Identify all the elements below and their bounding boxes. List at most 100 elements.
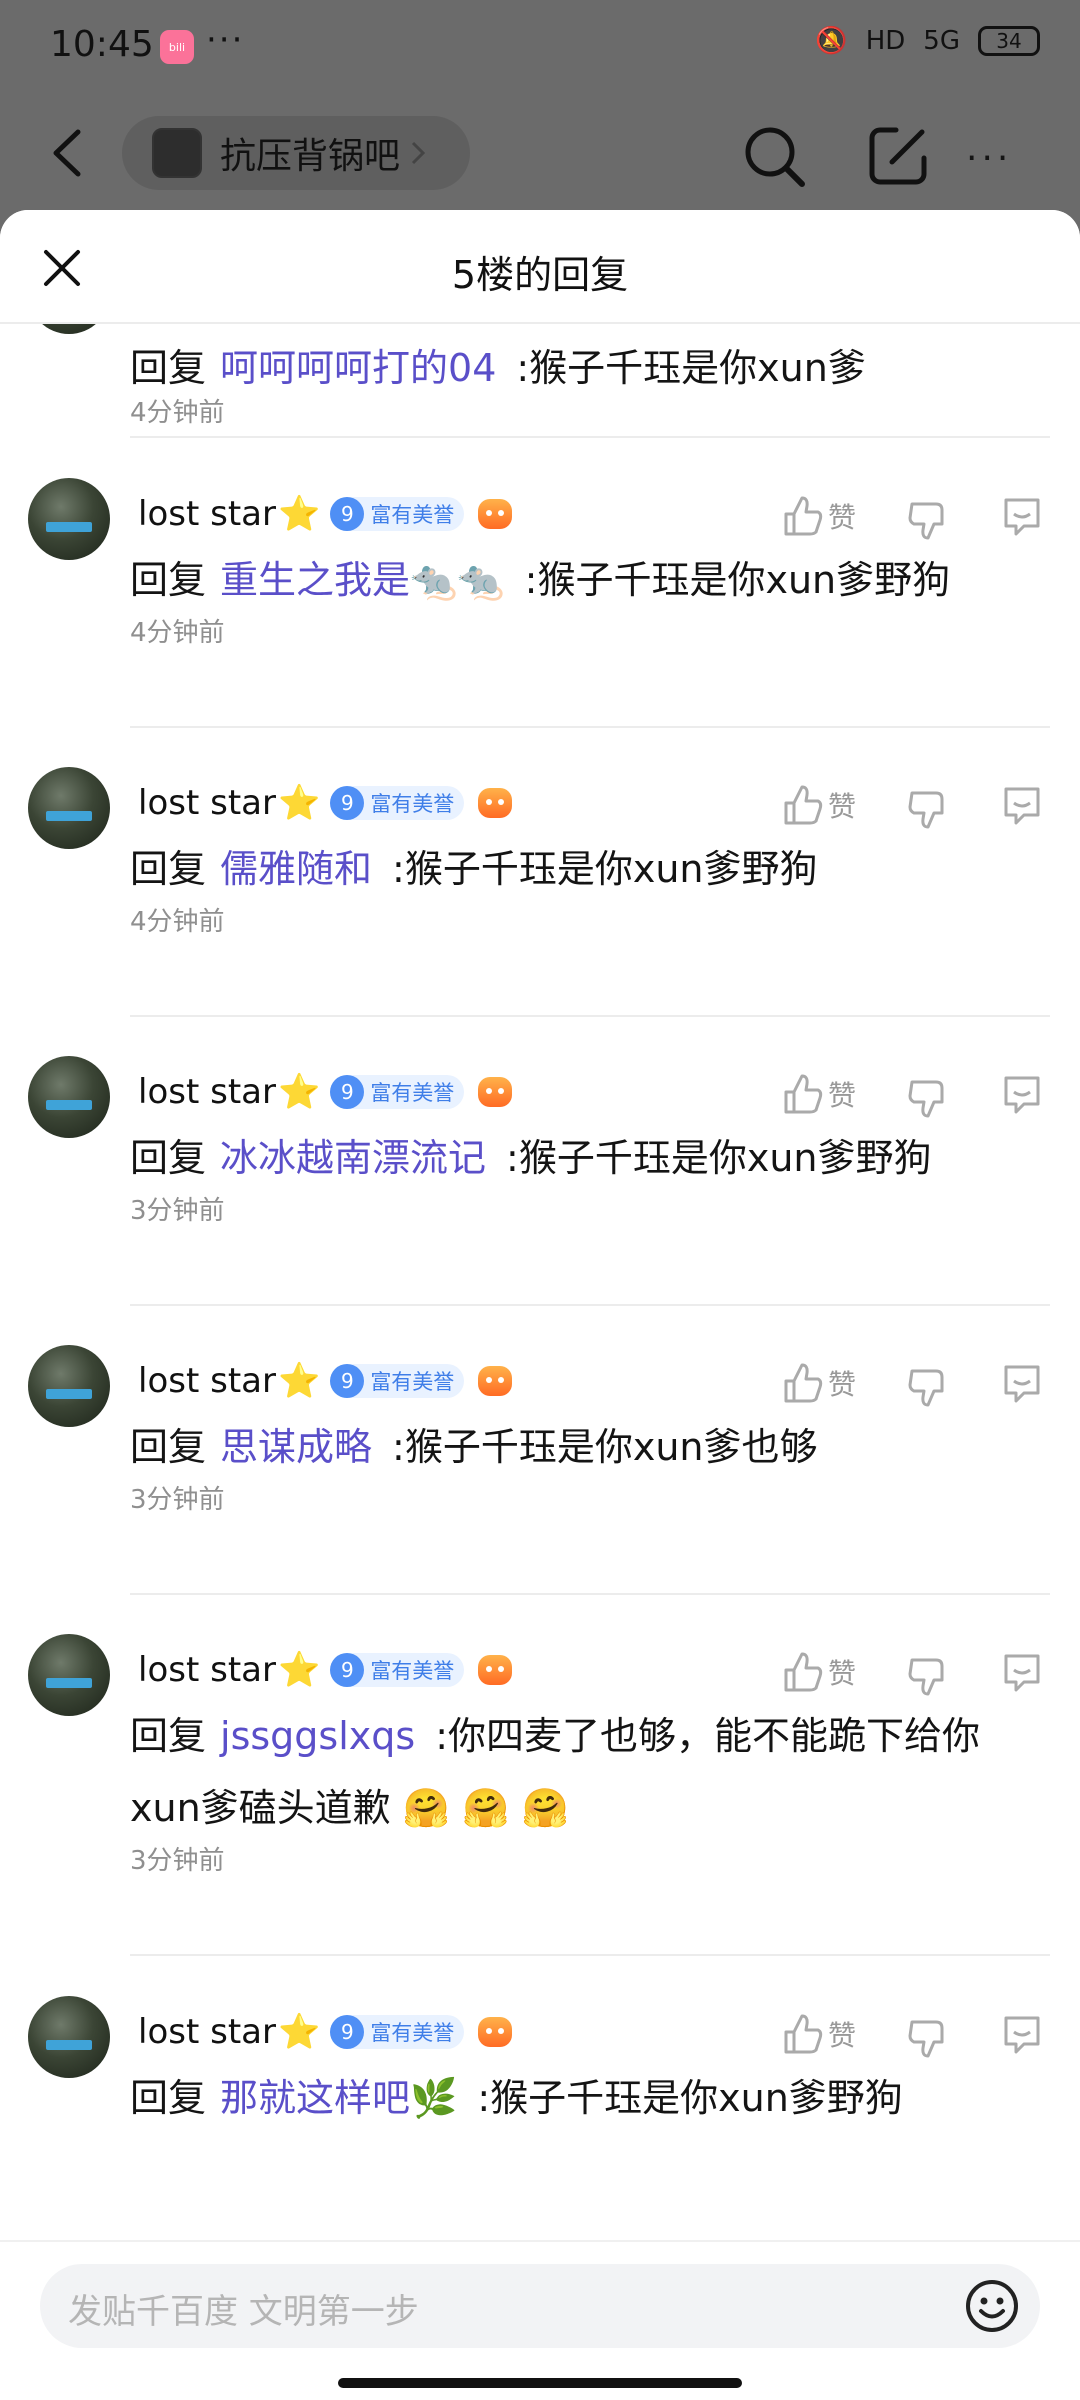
- reply-input-placeholder: 发贴千百度 文明第一步: [68, 2292, 419, 2332]
- avatar[interactable]: [28, 1634, 110, 1716]
- comment-icon[interactable]: [1000, 1650, 1044, 1694]
- reply-content: 回复 jssggslxqs:你四麦了也够，能不能跪下给你 xun爹磕头道歉 🤗 🤗…: [130, 1714, 980, 1830]
- level-badge: 9 富有美誉: [330, 786, 465, 820]
- comment-icon[interactable]: [1000, 494, 1044, 538]
- reply-input[interactable]: 发贴千百度 文明第一步: [40, 2264, 1040, 2348]
- sheet-header: 5楼的回复: [0, 210, 1080, 324]
- reply-content: 回复 重生之我是🐀🐀:猴子千珏是你xun爹野狗: [130, 558, 951, 602]
- forum-avatar: [152, 128, 202, 178]
- thumbs-up-icon[interactable]: [780, 2012, 824, 2056]
- game-controller-icon: [478, 1077, 513, 1107]
- username[interactable]: lost star ⭐ 9 富有美誉: [138, 2012, 513, 2052]
- reply-time: 3分钟前: [130, 1846, 225, 1876]
- avatar[interactable]: [28, 1345, 110, 1427]
- hd-icon: HD: [865, 26, 906, 56]
- game-controller-icon: [478, 499, 513, 529]
- emoji-icon[interactable]: [964, 2278, 1020, 2334]
- status-time: 10:45: [50, 24, 154, 65]
- bilibili-app-icon: bili: [160, 30, 194, 64]
- forum-pill[interactable]: 抗压背锅吧: [122, 116, 470, 190]
- forum-name: 抗压背锅吧: [220, 136, 401, 177]
- reply-time: 4分钟前: [130, 398, 225, 428]
- reply-target-link[interactable]: 冰冰越南漂流记: [220, 1136, 486, 1180]
- reply-target-link[interactable]: 儒雅随和: [220, 847, 372, 891]
- more-icon[interactable]: ···: [966, 138, 1012, 179]
- reply-item: lost star ⭐ 9 富有美誉 赞 回复 重生之我是🐀🐀:猴子千珏是你xun爹野…: [0, 438, 1080, 728]
- reply-item: lost star ⭐ 9 富有美誉 赞 回复 思谋成略:猴子千珏是你xun爹也够 3…: [0, 1305, 1080, 1595]
- level-badge: 9 富有美誉: [330, 1653, 465, 1687]
- avatar[interactable]: [28, 1996, 110, 2078]
- reply-item: lost star ⭐ 9 富有美誉 赞 回复 冰冰越南漂流记:猴子千珏是你xun爹野…: [0, 1016, 1080, 1306]
- level-badge: 9 富有美誉: [330, 1075, 465, 1109]
- level-badge: 9 富有美誉: [330, 497, 465, 531]
- username[interactable]: lost star ⭐ 9 富有美誉: [138, 1650, 513, 1690]
- reply-content: 回复 儒雅随和:猴子千珏是你xun爹野狗: [130, 847, 818, 891]
- reply-target-link[interactable]: jssggslxqs: [220, 1714, 415, 1758]
- edit-icon[interactable]: [866, 122, 932, 188]
- level-badge: 9 富有美誉: [330, 1364, 465, 1398]
- like-label[interactable]: 赞: [828, 785, 856, 825]
- comment-icon[interactable]: [1000, 2012, 1044, 2056]
- thumbs-up-icon[interactable]: [780, 1650, 824, 1694]
- avatar[interactable]: [28, 1056, 110, 1138]
- status-icons: 🔕 HD 5G 34: [815, 26, 1040, 56]
- reply-target-link[interactable]: 呵呵呵呵打的04: [220, 346, 496, 390]
- reply-content: 回复 冰冰越南漂流记:猴子千珏是你xun爹野狗: [130, 1136, 932, 1180]
- reply-content: 回复 那就这样吧🌿:猴子千珏是你xun爹野狗: [130, 2076, 903, 2120]
- reply-target-link[interactable]: 那就这样吧🌿: [220, 2076, 457, 2120]
- reply-sheet: 5楼的回复 回复 呵呵呵呵打的04:猴子千珏是你xun爹 4分钟前 lost st…: [0, 210, 1080, 2400]
- thumbs-down-icon[interactable]: [906, 2016, 950, 2060]
- thumbs-down-icon[interactable]: [906, 1076, 950, 1120]
- like-label[interactable]: 赞: [828, 2014, 856, 2054]
- game-controller-icon: [478, 2017, 513, 2047]
- thumbs-down-icon[interactable]: [906, 498, 950, 542]
- like-label[interactable]: 赞: [828, 1074, 856, 1114]
- thumbs-down-icon[interactable]: [906, 1654, 950, 1698]
- like-label[interactable]: 赞: [828, 1363, 856, 1403]
- game-controller-icon: [478, 1655, 513, 1685]
- avatar[interactable]: [28, 767, 110, 849]
- reply-item: lost star ⭐ 9 富有美誉 赞 回复 jssggslxqs:你四麦了也够，能…: [0, 1594, 1080, 1956]
- star-icon: ⭐: [277, 783, 321, 823]
- reply-target-link[interactable]: 重生之我是🐀🐀: [220, 558, 505, 602]
- like-label[interactable]: 赞: [828, 496, 856, 536]
- username[interactable]: lost star ⭐ 9 富有美誉: [138, 1361, 513, 1401]
- avatar[interactable]: [28, 478, 110, 560]
- star-icon: ⭐: [277, 1361, 321, 1401]
- username[interactable]: lost star ⭐ 9 富有美誉: [138, 494, 513, 534]
- thumbs-up-icon[interactable]: [780, 494, 824, 538]
- signal-icon: 5G: [923, 26, 960, 56]
- thumbs-down-icon[interactable]: [906, 787, 950, 831]
- comment-icon[interactable]: [1000, 783, 1044, 827]
- reply-item: lost star ⭐ 9 富有美誉 赞 回复 那就这样吧🌿:猴子千珏是你xun爹野狗: [0, 1956, 1080, 2236]
- username[interactable]: lost star ⭐ 9 富有美誉: [138, 1072, 513, 1112]
- composer-bar: 发贴千百度 文明第一步: [0, 2240, 1080, 2400]
- battery-icon: 34: [978, 26, 1040, 56]
- thumbs-up-icon[interactable]: [780, 1361, 824, 1405]
- reply-time: 3分钟前: [130, 1196, 225, 1226]
- reply-content: 回复 思谋成略:猴子千珏是你xun爹也够: [130, 1425, 818, 1469]
- level-badge: 9 富有美誉: [330, 2015, 465, 2049]
- comment-icon[interactable]: [1000, 1072, 1044, 1116]
- game-controller-icon: [478, 788, 513, 818]
- chevron-right-icon: [411, 141, 426, 165]
- thumbs-down-icon[interactable]: [906, 1365, 950, 1409]
- reply-list: 回复 呵呵呵呵打的04:猴子千珏是你xun爹 4分钟前 lost star ⭐ 9富…: [0, 252, 1080, 2120]
- reply-target-link[interactable]: 思谋成略: [220, 1425, 372, 1469]
- username[interactable]: lost star ⭐ 9 富有美誉: [138, 783, 513, 823]
- star-icon: ⭐: [277, 2012, 321, 2052]
- reply-content: 回复 呵呵呵呵打的04:猴子千珏是你xun爹: [130, 346, 866, 390]
- thumbs-up-icon[interactable]: [780, 1072, 824, 1116]
- more-notifications-icon: ···: [206, 20, 245, 60]
- comment-icon[interactable]: [1000, 1361, 1044, 1405]
- home-indicator[interactable]: [338, 2378, 742, 2388]
- back-arrow-icon[interactable]: [48, 128, 88, 178]
- search-icon[interactable]: [740, 122, 810, 192]
- thumbs-up-icon[interactable]: [780, 783, 824, 827]
- reply-time: 4分钟前: [130, 907, 225, 937]
- mute-icon: 🔕: [815, 26, 848, 56]
- star-icon: ⭐: [277, 1650, 321, 1690]
- like-label[interactable]: 赞: [828, 1652, 856, 1692]
- star-icon: ⭐: [277, 1072, 321, 1112]
- reply-time: 3分钟前: [130, 1485, 225, 1515]
